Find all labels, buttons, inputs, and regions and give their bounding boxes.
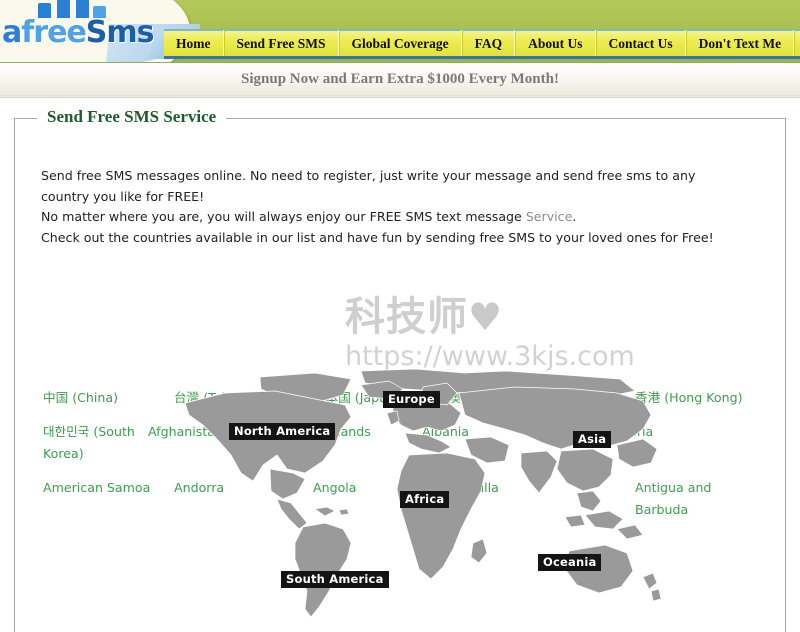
logo-sms: Sms	[85, 15, 155, 50]
map-label-asia[interactable]: Asia	[573, 431, 612, 448]
site-logo[interactable]: afreeSms	[2, 0, 162, 56]
logo-a: a	[2, 15, 22, 50]
heart-icon: ♥	[468, 295, 504, 339]
map-label-oceania[interactable]: Oceania	[538, 554, 602, 571]
nav-home[interactable]: Home	[164, 30, 224, 57]
signup-banner-text: Signup Now and Earn Extra $1000 Every Mo…	[241, 70, 559, 87]
intro-service-word: Service	[525, 209, 573, 224]
watermark-chinese: 科技师♥	[345, 295, 635, 339]
main-content: Send Free SMS Service Send free SMS mess…	[0, 98, 800, 632]
intro-line-2c: .	[572, 209, 577, 224]
country-link-china[interactable]: 中国 (China)	[43, 381, 174, 415]
main-navigation: Home Send Free SMS Global Coverage FAQ A…	[164, 29, 800, 59]
country-link-american-samoa[interactable]: American Samoa	[43, 471, 174, 527]
signup-banner[interactable]: Signup Now and Earn Extra $1000 Every Mo…	[0, 62, 800, 95]
watermark-url: https://www.3kjs.com	[345, 341, 635, 372]
page-title: Send Free SMS Service	[37, 107, 227, 127]
intro-line-3: Check out the countries available in our…	[41, 229, 714, 245]
watermark: 科技师♥ https://www.3kjs.com	[345, 295, 635, 372]
intro-line-1: Send free SMS messages online. No need t…	[41, 168, 696, 204]
nav-global-coverage[interactable]: Global Coverage	[338, 30, 462, 57]
nav-contact-us[interactable]: Contact Us	[595, 30, 686, 57]
watermark-chinese-text: 科技师	[345, 294, 468, 340]
intro-text: Send free SMS messages online. No need t…	[41, 166, 741, 248]
logo-wordmark: afreeSms	[2, 15, 155, 50]
site-header: afreeSms Home Send Free SMS Global Cover…	[0, 0, 800, 62]
map-label-europe[interactable]: Europe	[383, 391, 440, 408]
nav-filler	[794, 30, 800, 57]
intro-line-2a: No matter where you are, you will always…	[41, 209, 526, 224]
nav-send-free-sms[interactable]: Send Free SMS	[223, 30, 339, 57]
nav-faq[interactable]: FAQ	[461, 30, 516, 57]
service-panel: Send Free SMS Service Send free SMS mess…	[14, 107, 786, 632]
map-label-north-america[interactable]: North America	[229, 423, 336, 440]
nav-dont-text-me[interactable]: Don't Text Me	[685, 30, 795, 57]
nav-about-us[interactable]: About Us	[515, 30, 596, 57]
logo-free: free	[21, 15, 87, 50]
country-link-south-korea[interactable]: 대한민국 (South Korea)	[43, 415, 148, 471]
world-map: North America Europe Asia Africa South A…	[165, 369, 665, 619]
map-label-africa[interactable]: Africa	[400, 491, 450, 508]
map-label-south-america[interactable]: South America	[281, 571, 389, 588]
